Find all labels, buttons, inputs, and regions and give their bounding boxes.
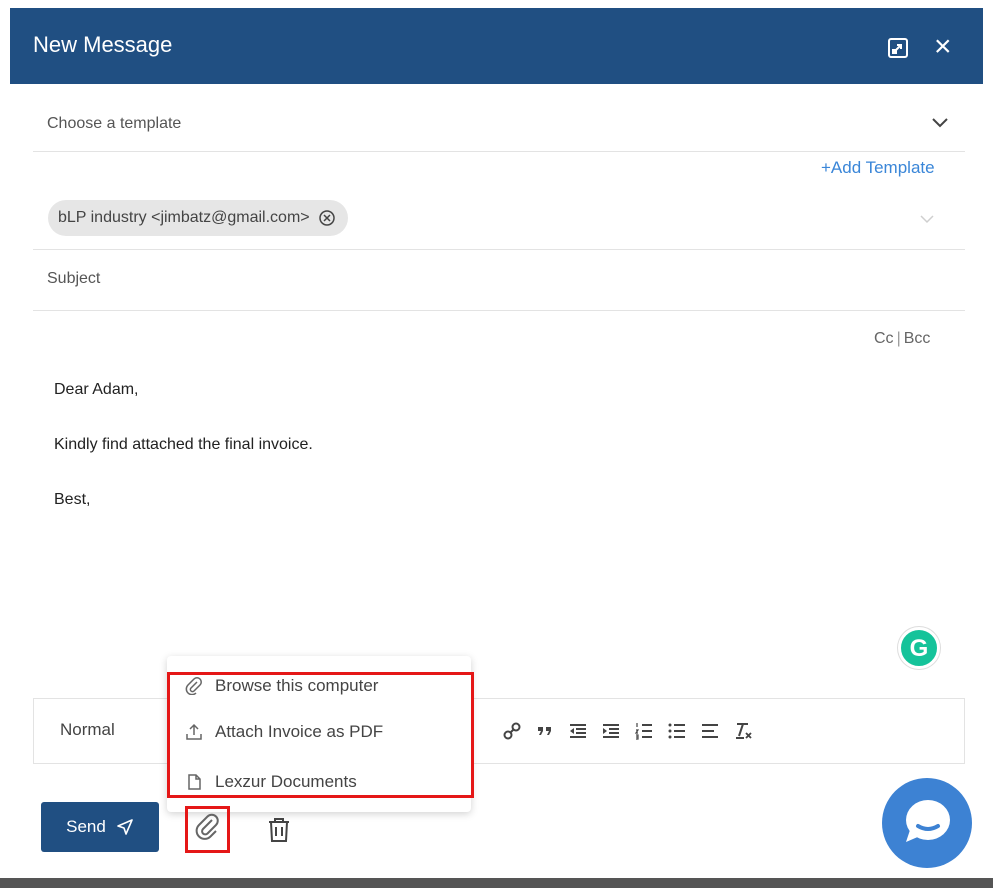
link-icon[interactable] [502, 721, 522, 741]
format-select[interactable]: Normal [60, 720, 115, 740]
template-placeholder: Choose a template [47, 115, 182, 132]
bullet-list-icon[interactable] [667, 721, 687, 741]
recipients-field[interactable]: bLP industry <jimbatz@gmail.com> [33, 190, 965, 250]
cc-link[interactable]: Cc [874, 330, 894, 347]
body-line: Dear Adam, [54, 381, 139, 398]
close-icon[interactable]: × [934, 32, 952, 62]
chevron-down-icon[interactable] [931, 116, 949, 130]
indent-icon[interactable] [601, 721, 621, 741]
compose-header: New Message × [10, 8, 983, 84]
add-template-link[interactable]: +Add Template [821, 158, 935, 178]
ordered-list-icon[interactable] [634, 721, 654, 741]
clear-format-icon[interactable] [733, 721, 753, 741]
trash-icon[interactable] [265, 815, 293, 845]
expand-icon[interactable] [887, 37, 909, 59]
send-icon [116, 818, 134, 836]
attach-menu: Browse this computer Attach Invoice as P… [167, 656, 471, 812]
subject-placeholder: Subject [47, 270, 101, 287]
recipient-chip-label: bLP industry <jimbatz@gmail.com> [58, 209, 310, 226]
chat-launcher-button[interactable] [882, 778, 972, 868]
remove-recipient-icon[interactable] [318, 209, 336, 227]
menu-item-lexzur-documents[interactable]: Lexzur Documents [185, 772, 357, 792]
body-line: Kindly find attached the final invoice. [54, 436, 313, 453]
upload-icon [185, 723, 203, 741]
cc-bcc-toggle: Cc | Bcc [874, 330, 930, 348]
body-line: Best, [54, 491, 91, 508]
document-icon [185, 773, 203, 791]
template-select[interactable]: Choose a template [33, 96, 965, 152]
message-body[interactable]: Dear Adam, Kindly find attached the fina… [54, 380, 313, 545]
attach-button[interactable] [185, 806, 230, 853]
send-button[interactable]: Send [41, 802, 159, 852]
menu-item-label: Browse this computer [215, 676, 379, 695]
align-icon[interactable] [700, 721, 720, 741]
menu-item-label: Attach Invoice as PDF [215, 722, 384, 741]
subject-field[interactable]: Subject [33, 251, 965, 311]
menu-item-label: Lexzur Documents [215, 772, 357, 791]
outdent-icon[interactable] [568, 721, 588, 741]
paperclip-icon [185, 677, 203, 696]
recipient-chip[interactable]: bLP industry <jimbatz@gmail.com> [48, 200, 348, 236]
paperclip-icon [194, 812, 222, 847]
window-title: New Message [33, 32, 173, 57]
chevron-down-icon[interactable] [919, 212, 935, 224]
cc-bcc-separator: | [896, 330, 901, 347]
quote-icon[interactable] [535, 721, 555, 741]
bcc-link[interactable]: Bcc [904, 330, 931, 347]
bottom-bar [0, 878, 993, 888]
send-label: Send [66, 817, 106, 836]
menu-item-browse-computer[interactable]: Browse this computer [185, 676, 378, 696]
menu-item-attach-invoice-pdf[interactable]: Attach Invoice as PDF [185, 722, 383, 742]
grammarly-icon[interactable]: G [898, 627, 940, 669]
